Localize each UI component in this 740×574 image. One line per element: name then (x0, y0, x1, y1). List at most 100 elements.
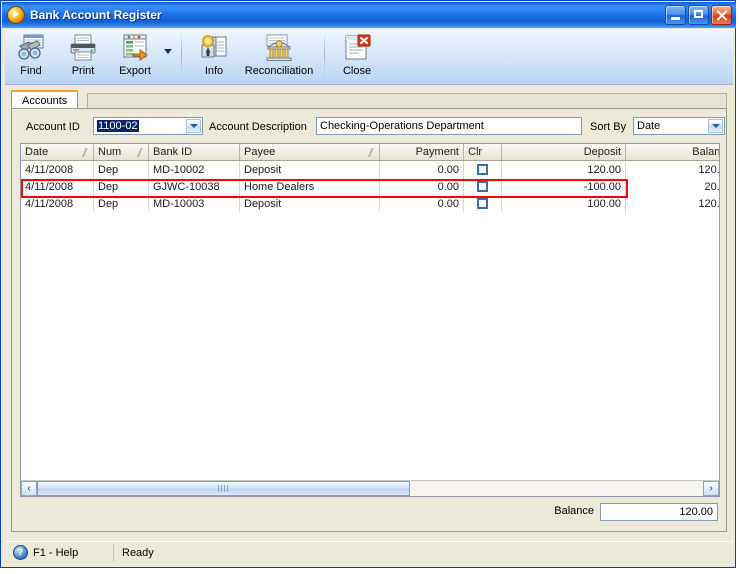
client-area: Accounts Account ID 1100-02 Account Desc… (5, 85, 733, 537)
grid-cell-deposit[interactable]: 120.00 (502, 161, 626, 178)
grid-cell-date[interactable]: 4/11/2008 (21, 195, 94, 212)
grid-cell-payee[interactable]: Deposit (240, 195, 380, 212)
account-description-value: Checking-Operations Department (320, 120, 484, 132)
sort-indicator-icon[interactable] (368, 148, 375, 157)
status-bar: ? F1 - Help Ready (5, 541, 733, 563)
grid-cell-deposit[interactable]: -100.00 (502, 178, 626, 195)
grid-cell-text: MD-10003 (153, 197, 205, 210)
grid-body[interactable]: 4/11/2008 Dep MD-10002 Deposit 0.00 120.00 120… (21, 161, 719, 479)
balance-value: 120.00 (679, 506, 713, 518)
toolbar-button-reconciliation[interactable]: Reconciliation (240, 29, 318, 83)
grid-cell-payee[interactable]: Home Dealers (240, 178, 380, 195)
grid-cell-clr[interactable] (464, 178, 502, 195)
grid-cell-payment[interactable]: 0.00 (380, 178, 464, 195)
info-badge-icon (199, 33, 229, 63)
grid-column-header-bank_id[interactable]: Bank ID (149, 144, 240, 160)
tab-accounts[interactable]: Accounts (11, 90, 79, 109)
sort-by-dropdown-arrow[interactable] (708, 119, 723, 133)
bank-account-register-window: Bank Account Register Find Print Export … (0, 0, 736, 568)
grid-cell-clr[interactable] (464, 195, 502, 212)
grid-column-header-label: Bank ID (153, 146, 193, 158)
maximize-button[interactable] (688, 5, 709, 25)
grid-cell-text: 120.00 (698, 163, 720, 176)
window-title: Bank Account Register (30, 8, 162, 22)
account-description-input[interactable]: Checking-Operations Department (316, 117, 582, 135)
grid-column-header-label: Balance (692, 146, 720, 158)
grid-cell-deposit[interactable]: 100.00 (502, 195, 626, 212)
grid-horizontal-scrollbar[interactable]: ‹ › (21, 480, 719, 496)
grid-cell-clr[interactable] (464, 161, 502, 178)
export-spreadsheet-icon (120, 33, 150, 63)
toolbar-button-info[interactable]: Info (188, 29, 240, 83)
table-row[interactable]: 4/11/2008 Dep MD-10002 Deposit 0.00 120.00 120… (21, 161, 719, 178)
grid-cell-text: 4/11/2008 (25, 197, 74, 210)
account-id-dropdown-arrow[interactable] (186, 119, 201, 133)
toolbar-button-find[interactable]: Find (5, 29, 57, 83)
grid-cell-num[interactable]: Dep (94, 161, 149, 178)
grid-cell-balance[interactable]: 20.00 (626, 178, 719, 195)
grid-column-header-payment[interactable]: Payment (380, 144, 464, 160)
scrollbar-grip-icon (218, 485, 229, 492)
grid-cell-num[interactable]: Dep (94, 195, 149, 212)
status-help-pane[interactable]: ? F1 - Help (5, 543, 114, 562)
table-row[interactable]: 4/11/2008 Dep GJWC-10038 Home Dealers 0.00 -1… (21, 178, 719, 195)
grid-cell-date[interactable]: 4/11/2008 (21, 161, 94, 178)
sort-indicator-icon[interactable] (82, 148, 89, 157)
grid-cell-payment[interactable]: 0.00 (380, 161, 464, 178)
account-id-combo[interactable]: 1100-02 (93, 117, 203, 135)
toolbar-button-print[interactable]: Print (57, 29, 109, 83)
toolbar-button-close[interactable]: Close (331, 29, 383, 83)
title-bar: Bank Account Register (2, 2, 736, 28)
grid-cell-num[interactable]: Dep (94, 178, 149, 195)
register-grid[interactable]: Date Num Bank ID Payee Payment Clr Deposit Bala… (20, 143, 720, 497)
tab-strip-filler (87, 93, 727, 109)
toolbar-button-export[interactable]: Export (109, 29, 161, 83)
export-dropdown-button[interactable] (161, 29, 175, 83)
grid-cell-text: 120.00 (587, 163, 621, 176)
grid-cell-text: 0.00 (437, 163, 459, 176)
grid-cell-date[interactable]: 4/11/2008 (21, 178, 94, 195)
toolbar: Find Print Export Info Reconciliation Cl… (5, 29, 733, 85)
scrollbar-track[interactable] (37, 481, 703, 496)
grid-cell-bank_id[interactable]: GJWC-10038 (149, 178, 240, 195)
grid-column-header-clr[interactable]: Clr (464, 144, 502, 160)
grid-header-row: Date Num Bank ID Payee Payment Clr Deposit Bala… (21, 144, 719, 161)
grid-cell-bank_id[interactable]: MD-10003 (149, 195, 240, 212)
grid-cell-text: 4/11/2008 (25, 163, 74, 176)
help-icon: ? (13, 545, 28, 560)
grid-column-header-num[interactable]: Num (94, 144, 149, 160)
grid-cell-balance[interactable]: 120.00 (626, 195, 719, 212)
grid-column-header-balance[interactable]: Balance (626, 144, 720, 160)
close-window-button[interactable] (711, 5, 732, 25)
toolbar-separator-1 (181, 32, 182, 76)
grid-cell-payee[interactable]: Deposit (240, 161, 380, 178)
minimize-button[interactable] (665, 5, 686, 25)
status-help-label: F1 - Help (33, 546, 79, 559)
grid-column-header-date[interactable]: Date (21, 144, 94, 160)
scroll-right-button[interactable]: › (703, 481, 719, 496)
grid-column-header-label: Payee (244, 146, 276, 158)
grid-cell-payment[interactable]: 0.00 (380, 195, 464, 212)
sort-indicator-icon[interactable] (137, 148, 144, 157)
clr-checkbox[interactable] (477, 198, 488, 209)
scroll-right-icon: › (709, 483, 713, 494)
clr-checkbox[interactable] (477, 181, 488, 192)
toolbar-label-print: Print (71, 65, 95, 77)
scroll-left-icon: ‹ (27, 483, 31, 494)
scroll-left-button[interactable]: ‹ (21, 481, 37, 496)
app-register-icon (7, 6, 25, 24)
grid-cell-bank_id[interactable]: MD-10002 (149, 161, 240, 178)
grid-column-header-deposit[interactable]: Deposit (502, 144, 626, 160)
balance-row: Balance 120.00 (418, 503, 718, 523)
sort-by-combo[interactable]: Date (633, 117, 725, 135)
account-id-label: Account ID (26, 121, 80, 133)
table-row[interactable]: 4/11/2008 Dep MD-10003 Deposit 0.00 100.00 120… (21, 195, 719, 212)
grid-cell-balance[interactable]: 120.00 (626, 161, 720, 178)
grid-cell-text: Deposit (244, 163, 282, 176)
clr-checkbox[interactable] (477, 164, 488, 175)
grid-column-header-payee[interactable]: Payee (240, 144, 380, 160)
toolbar-label-find: Find (20, 65, 42, 77)
toolbar-separator-2 (324, 32, 325, 76)
account-id-value: 1100-02 (97, 120, 139, 132)
scrollbar-thumb[interactable] (37, 481, 410, 496)
